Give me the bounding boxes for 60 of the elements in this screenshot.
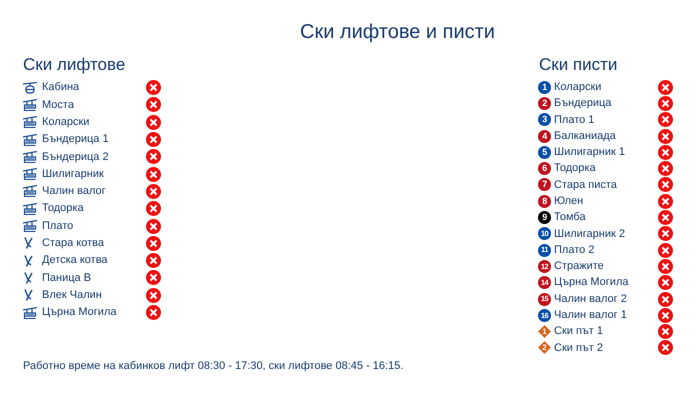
piste-number-badge: 4 bbox=[538, 130, 551, 143]
piste-name: Балканиада bbox=[554, 128, 617, 144]
piste-name: Томба bbox=[554, 210, 587, 226]
piste-name: Чалин валог 2 bbox=[554, 292, 628, 307]
piste-diamond-badge: 1 bbox=[538, 325, 551, 338]
chairlift-icon bbox=[23, 220, 37, 232]
section-heading: Ски писти bbox=[539, 54, 618, 76]
piste-number-badge: 6 bbox=[538, 162, 551, 176]
drag-lift-icon bbox=[23, 237, 35, 250]
piste-number-badge: 8 bbox=[538, 194, 551, 208]
piste-name: Плато 1 bbox=[554, 112, 596, 128]
working-hours-note: Работно време на кабинков лифт 08:30 - 17:30, ски лифтове 08:45 - 16:15. bbox=[23, 359, 404, 373]
piste-name: Ски път 1 bbox=[554, 324, 604, 340]
chairlift-icon bbox=[23, 150, 37, 163]
chairlift-icon bbox=[23, 306, 37, 318]
chairlift-icon bbox=[23, 168, 37, 180]
lift-name: Шилигарник bbox=[42, 166, 105, 182]
piste-name: Плато 2 bbox=[554, 242, 596, 258]
drag-lift-icon bbox=[23, 289, 35, 302]
chairlift-icon bbox=[23, 185, 37, 198]
lift-name: Тодорка bbox=[42, 201, 85, 216]
piste-number-badge: 1 bbox=[538, 80, 551, 94]
piste-name: Коларски bbox=[554, 80, 602, 95]
lift-name: Детска котва bbox=[42, 253, 109, 268]
lift-name: Коларски bbox=[42, 114, 90, 130]
section-heading: Ски лифтове bbox=[23, 54, 126, 76]
lift-name: Плато bbox=[42, 218, 74, 234]
lift-name: Стара котва bbox=[42, 236, 105, 252]
piste-number-badge: 3 bbox=[538, 113, 551, 126]
lift-name: Бъндерица 2 bbox=[42, 150, 110, 165]
gondola-icon bbox=[23, 82, 37, 94]
piste-name: Шилигарник 1 bbox=[554, 145, 626, 160]
piste-number-badge: 9 bbox=[538, 211, 551, 224]
piste-name: Църна Могила bbox=[554, 275, 630, 290]
chairlift-icon bbox=[23, 202, 37, 215]
page-title: Ски лифтове и писти bbox=[300, 20, 495, 45]
piste-name: Тодорка bbox=[554, 161, 597, 176]
lift-name: Църна Могила bbox=[42, 305, 118, 320]
piste-name: Стражите bbox=[554, 259, 605, 274]
lift-name: Бъндерица 1 bbox=[42, 132, 110, 148]
piste-name: Ски път 2 bbox=[554, 340, 604, 356]
lift-name: Паница В bbox=[42, 270, 92, 286]
lift-name: Чалин валог bbox=[42, 184, 107, 200]
piste-number-badge: 7 bbox=[538, 178, 551, 192]
piste-number-badge: 5 bbox=[538, 146, 551, 159]
piste-number-badge: 2 bbox=[538, 96, 551, 110]
lift-name: Кабина bbox=[42, 80, 80, 96]
piste-name: Юлен bbox=[554, 194, 584, 209]
piste-name: Стара писта bbox=[554, 178, 618, 193]
lift-name: Влек Чалин bbox=[42, 288, 103, 303]
chairlift-icon bbox=[23, 134, 37, 146]
chairlift-icon bbox=[23, 98, 37, 111]
lift-name: Моста bbox=[42, 98, 75, 113]
piste-name: Шилигарник 2 bbox=[554, 226, 626, 242]
piste-name: Чалин валог 1 bbox=[554, 308, 628, 324]
drag-lift-icon bbox=[23, 272, 35, 284]
piste-name: Бъндерица bbox=[554, 96, 612, 112]
drag-lift-icon bbox=[23, 254, 35, 267]
chairlift-icon bbox=[23, 116, 37, 128]
piste-diamond-badge: 2 bbox=[538, 341, 551, 354]
